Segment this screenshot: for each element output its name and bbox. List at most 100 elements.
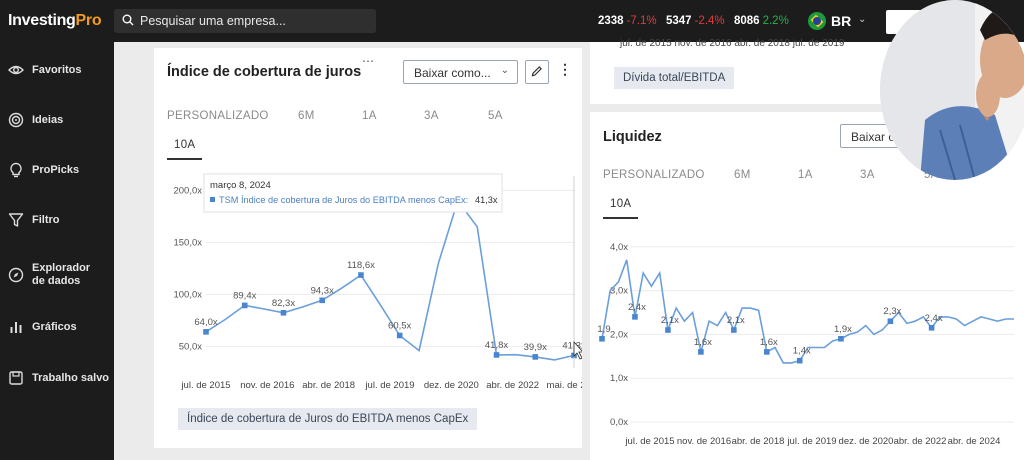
data-point-marker (280, 310, 287, 316)
tab-10a[interactable]: 10A (610, 198, 631, 210)
sidebar-item-label: Gráficos (32, 320, 77, 333)
logo-text: Investing (8, 12, 76, 29)
y-tick-label: 0,0x (610, 417, 628, 428)
save-icon (9, 371, 23, 385)
series-legend-tag[interactable]: Dívida total/EBITDA (614, 67, 735, 89)
data-point-marker (838, 335, 844, 342)
tab-5a[interactable]: 5A (488, 110, 503, 122)
sidebar-item-label: ProPicks (32, 163, 80, 176)
y-tick-label: 50,0x (179, 341, 202, 352)
pencil-icon (531, 66, 542, 77)
data-label: 2,1x (661, 315, 679, 326)
target-icon (8, 112, 24, 128)
country-selector[interactable]: BR (831, 13, 851, 29)
data-point-marker (241, 302, 248, 309)
tab-3a[interactable]: 3A (860, 169, 875, 181)
liquidity-chart[interactable]: 0,0x1,0x2,0x3,0x4,0xjul. de 2015 nov. de … (590, 230, 1024, 460)
bar-chart-icon (10, 322, 22, 333)
tab-6m[interactable]: 6M (298, 110, 315, 122)
x-axis-fragment: jul. de 2015 nov. de 2016 abr. de 2018 j… (620, 38, 845, 49)
data-point-marker (319, 297, 326, 304)
data-point-marker (203, 329, 209, 335)
data-point-marker (632, 314, 638, 320)
drag-handle-icon[interactable]: ⋯ (362, 54, 374, 68)
chevron-down-icon: ⌄ (500, 65, 509, 76)
tab-1a[interactable]: 1A (798, 169, 813, 181)
sidebar-item-filtro[interactable]: Filtro (8, 212, 60, 228)
tab-personalizado[interactable]: PERSONALIZADO (167, 110, 269, 122)
data-label: 89,4x (233, 290, 256, 301)
sidebar-item-label: Explorador de dados (32, 262, 91, 287)
interest-coverage-chart[interactable]: 50,0x 100,0x 150,0x 200,0x jul. de 2015 nov. … (154, 172, 582, 394)
tab-3a[interactable]: 3A (424, 110, 439, 122)
series-legend-tag[interactable]: Índice de cobertura de Juros do EBITDA m… (178, 408, 478, 430)
x-tick-label: jul. de 2019 (364, 380, 414, 391)
chevron-down-icon: ⌄ (858, 14, 867, 25)
data-point-marker (599, 335, 605, 342)
sidebar-item-graficos[interactable]: Gráficos (8, 319, 77, 335)
edit-button[interactable] (525, 60, 549, 84)
x-tick-label: nov. de 2016 (240, 380, 294, 391)
ticker-2[interactable]: 5347 -2.4% (666, 15, 725, 27)
download-as-button[interactable]: Baixar como... ⌄ (403, 60, 518, 84)
x-tick-label: jul. de 2015 (180, 380, 230, 391)
compass-icon (8, 267, 24, 283)
card-title: Índice de cobertura de juros (167, 64, 362, 80)
sidebar-item-favoritos[interactable]: Favoritos (8, 62, 82, 78)
search-icon (122, 14, 134, 26)
eye-icon (8, 65, 24, 75)
x-tick-label: mai. de 2024 (547, 380, 582, 391)
x-tick-label: dez. de 2020 (839, 436, 894, 447)
data-point-marker (396, 332, 403, 339)
sidebar-item-ideias[interactable]: Ideias (8, 112, 63, 128)
ticker-3[interactable]: 8086 2.2% (734, 15, 789, 27)
x-tick-label: abr. de 2022 (486, 380, 539, 391)
sidebar-item-label: Favoritos (32, 63, 82, 76)
data-point-marker (698, 349, 704, 355)
card-title: Liquidez (603, 129, 662, 145)
tab-10a[interactable]: 10A (174, 139, 195, 151)
investingpro-logo[interactable]: InvestingPro (8, 12, 102, 30)
data-label: 118,6x (347, 260, 375, 271)
tooltip-series: TSM Índice de cobertura de Juros do EBIT… (219, 195, 468, 205)
tab-6m[interactable]: 6M (734, 169, 751, 181)
data-point-marker (928, 325, 935, 331)
data-label: 39,9x (524, 342, 547, 353)
active-tab-indicator (167, 158, 202, 160)
x-tick-label: jul. de 2019 (786, 436, 836, 447)
tab-personalizado[interactable]: PERSONALIZADO (603, 169, 705, 181)
presenter-image (880, 0, 1024, 180)
sidebar-item-propicks[interactable]: ProPicks (8, 162, 79, 178)
data-label: 1,9 (597, 324, 610, 335)
search-input[interactable]: Pesquisar uma empresa... (114, 9, 376, 33)
data-point-marker (532, 354, 539, 360)
sidebar-item-explorador[interactable]: Explorador de dados (8, 262, 102, 288)
data-point-marker (493, 352, 500, 358)
data-label: 1,4x (793, 346, 811, 357)
data-point-marker (358, 272, 364, 278)
search-placeholder: Pesquisar uma empresa... (140, 14, 286, 28)
data-label: 2,1x (727, 315, 745, 326)
filter-icon (8, 213, 24, 227)
data-point-marker (796, 357, 803, 364)
y-tick-label: 4,0x (610, 242, 628, 253)
tooltip-marker (210, 197, 215, 202)
sidebar-item-trabalho-salvo[interactable]: Trabalho salvo (8, 370, 109, 386)
tab-1a[interactable]: 1A (362, 110, 377, 122)
sidebar-item-label: Trabalho salvo (32, 371, 110, 384)
y-tick-label: 2,0x (610, 329, 628, 340)
data-point-marker (665, 327, 671, 333)
data-label: 1,6x (694, 337, 712, 348)
ticker-1[interactable]: 2338 -7.1% (598, 15, 657, 27)
data-point-marker (764, 349, 770, 355)
y-tick-label: 150,0x (173, 237, 202, 248)
data-label: 82,3x (272, 298, 295, 309)
sidebar-item-label: Filtro (32, 213, 60, 226)
lightbulb-icon (10, 162, 22, 178)
more-options-icon[interactable]: ⋮ (558, 61, 572, 78)
data-label: 41,8x (485, 340, 508, 351)
x-tick-label: abr. de 2018 (732, 436, 785, 447)
x-tick-label: jul. de 2015 (624, 436, 674, 447)
brazil-flag-icon[interactable] (808, 12, 826, 30)
data-label: 2,4x (628, 302, 646, 313)
